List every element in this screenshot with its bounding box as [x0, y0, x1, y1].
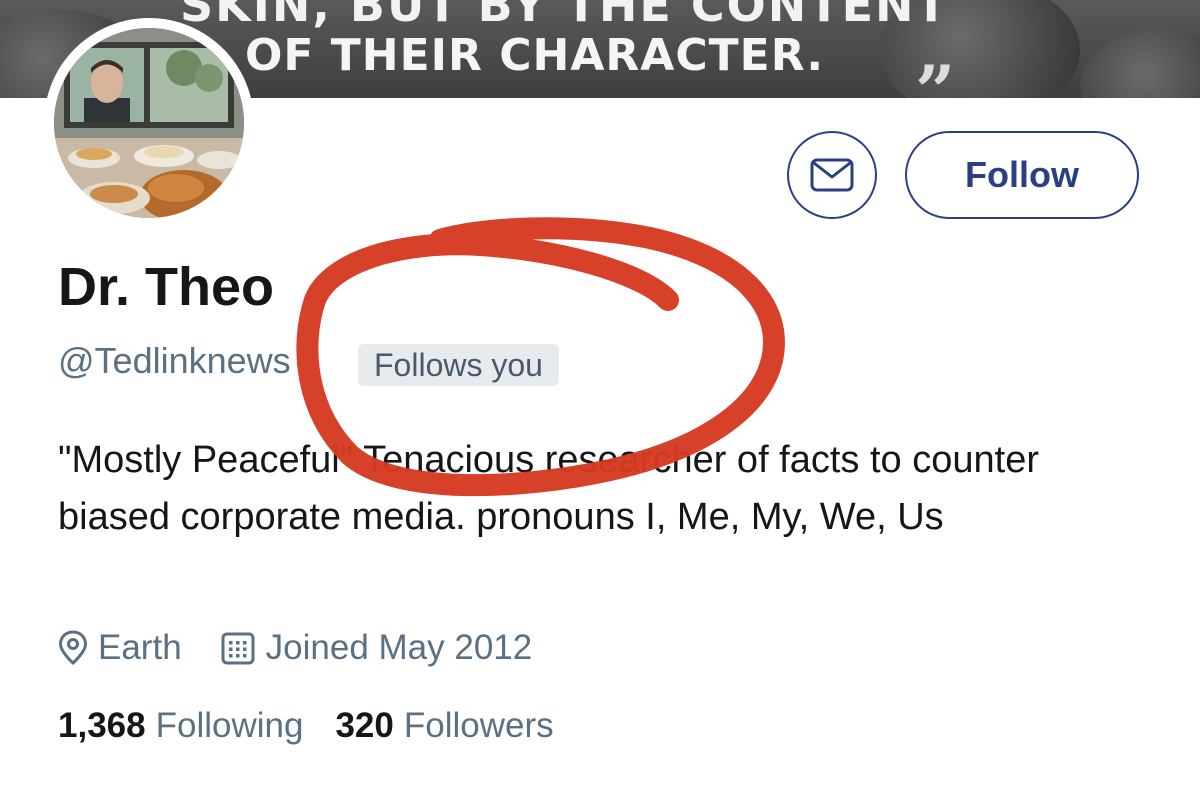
followers-count: 320 [335, 706, 394, 745]
location-item: Earth [58, 628, 182, 668]
joined-item: Joined May 2012 [220, 628, 533, 668]
followers-link[interactable]: 320 Followers [335, 706, 553, 746]
banner-quote-mark: ” [915, 50, 956, 98]
following-link[interactable]: 1,368 Following [58, 706, 303, 746]
profile-name: Dr. Theo [58, 257, 275, 317]
following-count: 1,368 [58, 706, 146, 745]
message-button[interactable] [787, 131, 877, 219]
profile-avatar[interactable] [44, 18, 254, 228]
follows-you-badge: Follows you [358, 344, 559, 386]
banner-text-line1: SKIN, BUT BY THE CONTENT [180, 0, 949, 32]
location-pin-icon [58, 630, 88, 665]
avatar-image [54, 28, 244, 218]
profile-handle[interactable]: @Tedlinknews [58, 340, 291, 382]
following-label: Following [155, 706, 304, 745]
profile-bio: "Mostly Peaceful" Tenacious researcher o… [58, 439, 1039, 538]
follow-counts: 1,368 Following 320 Followers [58, 706, 554, 746]
location-text: Earth [98, 628, 182, 667]
followers-label: Followers [403, 706, 554, 745]
follow-button[interactable]: Follow [905, 131, 1139, 219]
calendar-icon [221, 632, 255, 665]
profile-meta: Earth Joined May 2012 [58, 626, 532, 670]
joined-text: Joined May 2012 [265, 628, 533, 667]
envelope-icon [810, 158, 854, 192]
banner-text-line2: OF THEIR CHARACTER. [245, 30, 825, 81]
banner-shape [1080, 30, 1200, 98]
